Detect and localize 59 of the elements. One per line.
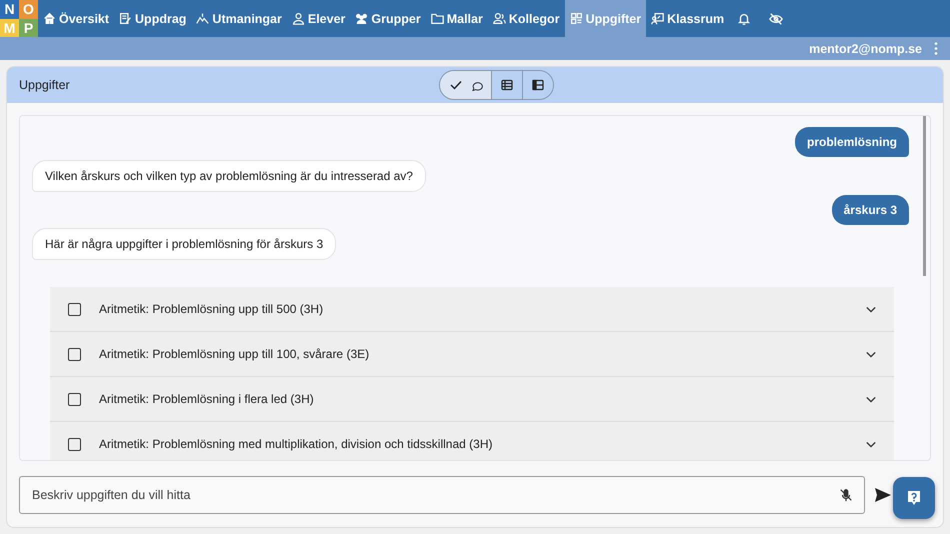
- task-title: Aritmetik: Problemlösning i flera led (3H): [99, 392, 315, 406]
- nav-tab[interactable]: Grupper: [350, 0, 426, 37]
- logo-letter: O: [19, 0, 38, 18]
- help-button[interactable]: [893, 477, 935, 519]
- chat-bubble-icon: [472, 80, 483, 90]
- logo-letter: P: [19, 18, 38, 37]
- bell-icon[interactable]: [737, 12, 752, 26]
- nav-tab[interactable]: Elever: [286, 0, 350, 37]
- notepad-icon: [119, 12, 132, 25]
- nav-tab[interactable]: Mallar: [426, 0, 488, 37]
- checkbox[interactable]: [68, 392, 81, 406]
- task-title: Aritmetik: Problemlösning upp till 500 (3H): [99, 302, 324, 316]
- nav-tab[interactable]: Uppdrag: [114, 0, 192, 37]
- panel-title: Uppgifter: [19, 78, 70, 92]
- nav-tab[interactable]: Översikt: [38, 0, 114, 37]
- bot-message: Här är några uppgifter i problemlösning för årskurs 3: [32, 228, 336, 260]
- task-title: Aritmetik: Problemlösning upp till 100, svårare (3E): [99, 347, 370, 361]
- people-icon: [492, 12, 506, 25]
- send-icon[interactable]: [875, 488, 891, 502]
- user-email: mentor2@nomp.se: [809, 42, 922, 56]
- task-row[interactable]: Aritmetik: Problemlösning i flera led (3H): [50, 377, 894, 422]
- panel-view-toggle[interactable]: [522, 71, 553, 99]
- checkbox[interactable]: [68, 302, 81, 316]
- nav-tab[interactable]: Klassrum: [646, 0, 730, 37]
- task-title: Aritmetik: Problemlösning med multiplikation, division och tidsskillnad (3H): [99, 437, 494, 451]
- chevron-down-icon[interactable]: [866, 440, 876, 448]
- nav-tab[interactable]: Utmaningar: [191, 0, 287, 37]
- mountain-icon: [196, 12, 210, 25]
- user-message: årskurs 3: [832, 195, 909, 225]
- chat-view-toggle[interactable]: [440, 71, 491, 99]
- group-icon: [355, 12, 368, 25]
- checkbox[interactable]: [68, 438, 81, 450]
- table-icon: [501, 79, 513, 91]
- bot-message: Vilken årskurs och vilken typ av problemlösning är du intresserad av?: [32, 160, 426, 192]
- mic-off-icon[interactable]: [839, 488, 853, 502]
- nav-tab[interactable]: Kollegor: [488, 0, 565, 37]
- person-icon: [292, 12, 305, 25]
- classroom-icon: [651, 12, 664, 25]
- chevron-down-icon[interactable]: [866, 350, 876, 358]
- task-row[interactable]: Aritmetik: Problemlösning upp till 100, svårare (3E): [50, 332, 894, 377]
- task-row[interactable]: Aritmetik: Problemlösning med multiplikation, division och tidsskillnad (3H): [50, 422, 894, 460]
- more-menu-icon[interactable]: [934, 42, 938, 55]
- grid-icon: [570, 12, 583, 25]
- folder-icon: [430, 12, 444, 25]
- nav-tab[interactable]: Uppgifter: [564, 0, 646, 37]
- chevron-down-icon[interactable]: [866, 396, 876, 402]
- chevron-down-icon[interactable]: [866, 306, 876, 312]
- search-field[interactable]: Beskriv uppgiften du vill hitta: [19, 476, 865, 514]
- home-icon: [43, 12, 56, 25]
- layout-icon: [532, 79, 544, 91]
- hidden-eye-icon[interactable]: [769, 12, 784, 26]
- checkbox[interactable]: [68, 348, 81, 360]
- user-message: problemlösning: [795, 127, 909, 157]
- logo-letter: N: [0, 0, 19, 18]
- logo-letter: M: [0, 18, 19, 37]
- help-icon: [906, 490, 922, 506]
- check-icon: [450, 80, 462, 90]
- scrollbar[interactable]: [923, 116, 926, 276]
- task-row[interactable]: Aritmetik: Problemlösning upp till 500 (3H): [50, 287, 894, 332]
